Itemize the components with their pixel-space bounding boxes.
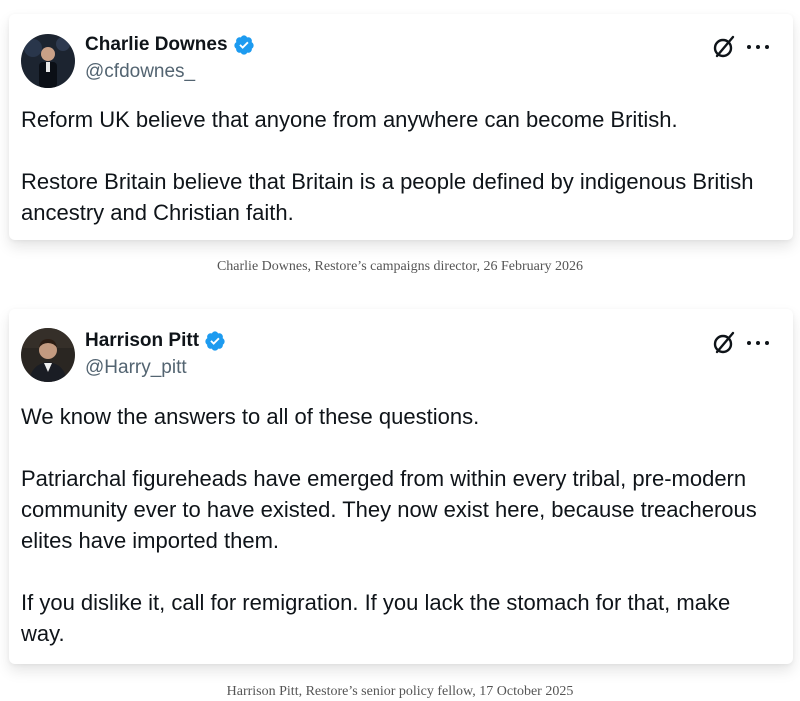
avatar-image bbox=[21, 328, 75, 382]
avatar[interactable] bbox=[21, 34, 75, 88]
post-card-charlie-downes[interactable]: Charlie Downes @cfdownes_ Reform UK beli… bbox=[9, 14, 793, 240]
post-card-harrison-pitt[interactable]: Harrison Pitt @Harry_pitt We know the an… bbox=[9, 309, 793, 664]
image-caption: Harrison Pitt, Restore’s senior policy f… bbox=[226, 684, 574, 699]
author-handle[interactable]: @Harry_pitt bbox=[85, 357, 187, 379]
post-paragraph: Patriarchal figureheads have emerged fro… bbox=[21, 466, 757, 553]
post-paragraph: Reform UK believe that anyone from anywh… bbox=[21, 107, 678, 132]
avatar[interactable] bbox=[21, 328, 75, 382]
verified-badge-icon[interactable] bbox=[233, 34, 255, 56]
post-text: We know the answers to all of these ques… bbox=[21, 401, 773, 649]
grok-icon[interactable] bbox=[711, 34, 737, 60]
more-icon[interactable] bbox=[747, 36, 769, 58]
post-actions bbox=[711, 34, 769, 60]
post-actions bbox=[711, 330, 769, 356]
author-name-row: Harrison Pitt bbox=[85, 329, 226, 353]
verified-badge-icon[interactable] bbox=[204, 330, 226, 352]
avatar-image bbox=[21, 34, 75, 88]
author-name-row: Charlie Downes bbox=[85, 33, 255, 57]
grok-icon[interactable] bbox=[711, 330, 737, 356]
display-name[interactable]: Harrison Pitt bbox=[85, 330, 199, 352]
display-name[interactable]: Charlie Downes bbox=[85, 34, 228, 56]
post-paragraph: Restore Britain believe that Britain is … bbox=[21, 169, 754, 225]
post-paragraph: We know the answers to all of these ques… bbox=[21, 404, 480, 429]
post-paragraph: If you dislike it, call for remigration.… bbox=[21, 590, 731, 646]
more-icon[interactable] bbox=[747, 332, 769, 354]
image-caption: Charlie Downes, Restore’s campaigns dire… bbox=[216, 259, 584, 274]
post-text: Reform UK believe that anyone from anywh… bbox=[21, 104, 773, 228]
author-handle[interactable]: @cfdownes_ bbox=[85, 61, 195, 83]
